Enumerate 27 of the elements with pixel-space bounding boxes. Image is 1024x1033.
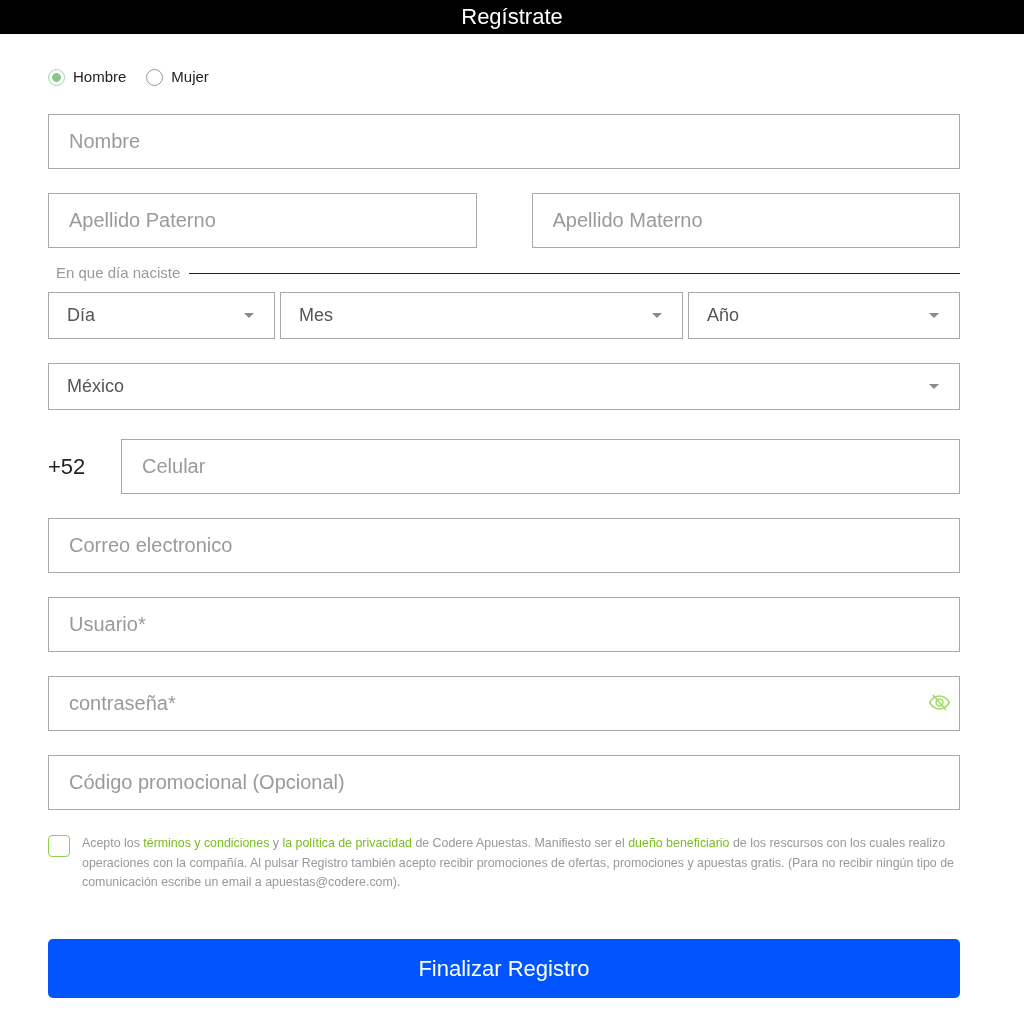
day-select[interactable]: Día — [48, 292, 275, 339]
consent-text: Acepto los términos y condiciones y la política de privacidad de Codere Apuestas. Manifiesto ser el dueño beneficiario de los rescursos con los cuales realizo operaciones con la compañía. Al pulsar Registro también acepto recibir promociones de ofertas, promociones y apuestas gratis. (Para no recibir ningún tipo de comunicación escribe un email a apuestas@codere.com). — [82, 835, 955, 891]
country-code: +52 — [48, 453, 87, 481]
caret-icon — [244, 313, 254, 318]
caret-icon — [929, 384, 939, 389]
checkbox[interactable] — [48, 835, 70, 857]
country-select[interactable]: México — [48, 363, 960, 410]
input-field[interactable]: Apellido Materno — [531, 193, 960, 248]
submit-button[interactable]: Finalizar Registro — [48, 938, 960, 998]
input-field[interactable]: Código promocional (Opcional) — [48, 755, 960, 810]
input-field[interactable]: Correo electronico — [48, 518, 960, 573]
radio-label[interactable]: Hombre — [73, 65, 127, 89]
radio-button[interactable] — [146, 68, 164, 86]
birthdate-label: En que día naciste — [55, 263, 181, 283]
caret-icon — [929, 313, 939, 318]
month-select[interactable]: Mes — [280, 292, 683, 339]
input-field[interactable]: contraseña* — [48, 676, 960, 731]
input-field[interactable]: Apellido Paterno — [48, 193, 477, 248]
input-field[interactable]: Celular — [121, 439, 960, 494]
page-title: Regístrate — [461, 4, 563, 29]
caret-icon — [652, 313, 662, 318]
input-field[interactable]: Nombre — [48, 114, 960, 169]
eye-slashed-icon[interactable] — [928, 694, 951, 711]
year-select[interactable]: Año — [688, 292, 960, 339]
radio-button[interactable] — [48, 68, 65, 86]
input-field[interactable]: Usuario* — [48, 597, 960, 652]
radio-label[interactable]: Mujer — [171, 65, 209, 89]
